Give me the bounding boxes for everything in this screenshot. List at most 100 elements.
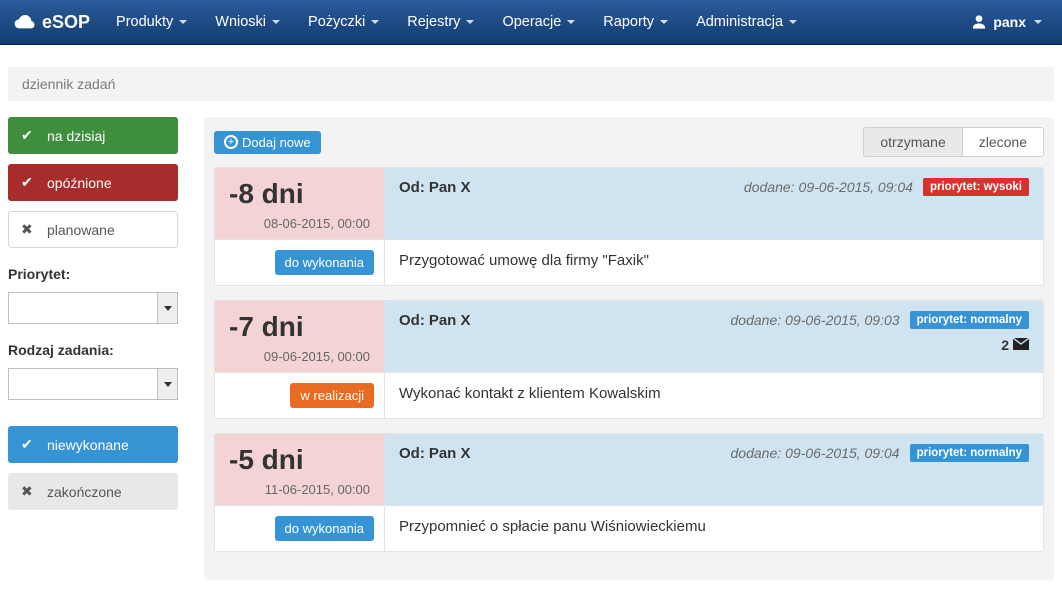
task-added-label: dodane:	[731, 445, 782, 461]
user-name: panx	[993, 14, 1026, 30]
priority-select[interactable]	[8, 292, 178, 324]
task-header: Od:Pan X dodane:09-06-2015, 09:04 prioryte…	[385, 434, 1043, 506]
priority-label: Priorytet:	[8, 266, 178, 282]
task-due: 08-06-2015, 00:00	[264, 216, 370, 231]
nav-item-label: Rejestry	[407, 14, 460, 30]
filter-planned-label: planowane	[47, 222, 115, 238]
chevron-down-icon	[567, 20, 575, 24]
task-due: 11-06-2015, 00:00	[265, 482, 370, 497]
task-header: Od:Pan X dodane:09-06-2015, 09:04 prioryte…	[385, 168, 1043, 240]
chevron-down-icon	[789, 20, 797, 24]
nav-item-0[interactable]: Produkty	[102, 0, 201, 45]
priority-badge: priorytet: normalny	[910, 311, 1029, 329]
filter-undone-button[interactable]: ✔ niewykonane	[8, 426, 178, 463]
nav-item-2[interactable]: Pożyczki	[294, 0, 393, 45]
envelope-icon	[1013, 337, 1029, 353]
nav-item-label: Pożyczki	[308, 14, 365, 30]
task-added-value: 09-06-2015, 09:04	[785, 445, 899, 461]
nav-item-label: Raporty	[603, 14, 654, 30]
task-from-label: Od:	[399, 179, 425, 196]
nav-item-label: Produkty	[116, 14, 173, 30]
check-icon: ✔	[21, 174, 35, 191]
sidebar: ✔ na dzisiaj ✔ opóźnione ✖ planowane Pri…	[8, 117, 178, 580]
chevron-down-icon[interactable]	[157, 293, 177, 323]
task-from-label: Od:	[399, 445, 425, 462]
top-navbar: eSOP Produkty Wnioski Pożyczki Rejestry Oper…	[0, 0, 1062, 45]
task-msg-row[interactable]: 2	[399, 337, 1029, 353]
nav-item-label: Administracja	[696, 14, 783, 30]
kind-select[interactable]	[8, 368, 178, 400]
task-from-value: Pan X	[429, 312, 471, 329]
add-task-button[interactable]: + Dodaj nowe	[214, 131, 321, 154]
nav-item-6[interactable]: Administracja	[682, 0, 811, 45]
task-delta: -8 dni	[229, 178, 304, 210]
task-card: -5 dni11-06-2015, 00:00 Od:Pan X dodane:09…	[214, 433, 1044, 552]
main-panel: + Dodaj nowe otrzymane zlecone -8 dni 08-…	[204, 117, 1054, 580]
task-description: Przygotować umowę dla firmy "Faxik"	[385, 240, 1043, 285]
filter-late-button[interactable]: ✔ opóźnione	[8, 164, 178, 201]
tab-sent[interactable]: zlecone	[962, 128, 1043, 156]
task-date-cell: -8 dni 08-06-2015, 00:00	[215, 168, 385, 240]
task-from: Od:Pan X	[399, 445, 471, 462]
plus-icon: +	[224, 135, 238, 149]
nav-item-4[interactable]: Operacje	[488, 0, 589, 45]
task-date-cell: -5 dni11-06-2015, 00:00	[215, 434, 385, 506]
filter-today-button[interactable]: ✔ na dzisiaj	[8, 117, 178, 154]
priority-badge: priorytet: normalny	[910, 444, 1029, 462]
task-due: 09-06-2015, 00:00	[264, 349, 370, 364]
task-description: Przypomnieć o spłacie panu Wiśniowieckie…	[385, 506, 1043, 551]
chevron-down-icon	[1034, 20, 1042, 24]
breadcrumb-text: dziennik zadań	[22, 76, 115, 92]
task-added-label: dodane:	[744, 179, 795, 195]
task-card: -8 dni 08-06-2015, 00:00 Od:Pan X dodane:09…	[214, 167, 1044, 286]
filter-done-button[interactable]: ✖ zakończone	[8, 473, 178, 510]
nav-item-5[interactable]: Raporty	[589, 0, 682, 45]
user-menu[interactable]: panx	[959, 14, 1054, 30]
task-from: Od:Pan X	[399, 312, 471, 329]
task-added-value: 09-06-2015, 09:03	[785, 312, 899, 328]
user-icon	[971, 14, 987, 30]
task-added: dodane:09-06-2015, 09:03	[731, 312, 900, 328]
task-status-button[interactable]: do wykonania	[275, 516, 375, 541]
task-status-button[interactable]: do wykonania	[275, 250, 375, 275]
filter-late-label: opóźnione	[47, 175, 112, 191]
task-status-cell: do wykonania	[215, 240, 385, 285]
tabs: otrzymane zlecone	[863, 127, 1044, 157]
chevron-down-icon[interactable]	[157, 369, 177, 399]
task-header: Od:Pan X dodane:09-06-2015, 09:03 prioryte…	[385, 301, 1043, 373]
nav-item-3[interactable]: Rejestry	[393, 0, 488, 45]
filter-planned-button[interactable]: ✖ planowane	[8, 211, 178, 248]
chevron-down-icon	[272, 20, 280, 24]
task-status-cell: do wykonania	[215, 506, 385, 551]
brand[interactable]: eSOP	[8, 12, 102, 33]
nav-item-label: Wnioski	[215, 14, 266, 30]
task-added-value: 09-06-2015, 09:04	[799, 179, 913, 195]
task-description: Wykonać kontakt z klientem Kowalskim	[385, 373, 1043, 418]
kind-label: Rodzaj zadania:	[8, 342, 178, 358]
tab-received-label: otrzymane	[880, 134, 945, 150]
x-icon: ✖	[21, 221, 35, 238]
filter-today-label: na dzisiaj	[47, 128, 105, 144]
task-status-button[interactable]: w realizacji	[290, 383, 374, 408]
chevron-down-icon	[466, 20, 474, 24]
cloud-icon	[14, 13, 36, 31]
filter-done-label: zakończone	[47, 484, 122, 500]
filter-undone-label: niewykonane	[47, 437, 129, 453]
priority-badge: priorytet: wysoki	[923, 178, 1029, 196]
check-icon: ✔	[21, 127, 35, 144]
task-card: -7 dni09-06-2015, 00:00 Od:Pan X dodane:09…	[214, 300, 1044, 419]
task-date-cell: -7 dni09-06-2015, 00:00	[215, 301, 385, 373]
chevron-down-icon	[371, 20, 379, 24]
task-from: Od:Pan X	[399, 179, 471, 196]
tab-received[interactable]: otrzymane	[864, 128, 961, 156]
msg-count: 2	[1001, 337, 1009, 353]
task-added: dodane:09-06-2015, 09:04	[744, 179, 913, 195]
nav-item-1[interactable]: Wnioski	[201, 0, 294, 45]
nav-item-label: Operacje	[502, 14, 561, 30]
x-icon: ✖	[21, 483, 35, 500]
task-from-value: Pan X	[429, 445, 471, 462]
breadcrumb: dziennik zadań	[8, 67, 1054, 101]
brand-text: eSOP	[42, 12, 90, 33]
chevron-down-icon	[179, 20, 187, 24]
check-icon: ✔	[21, 436, 35, 453]
